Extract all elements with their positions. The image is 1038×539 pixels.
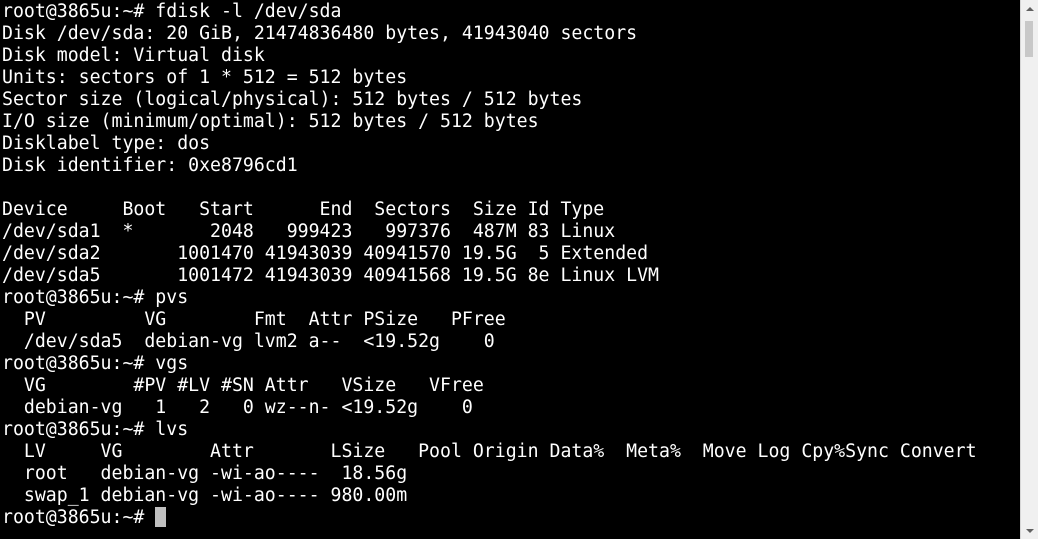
terminal-line: VG #PV #LV #SN Attr VSize VFree <box>2 375 484 396</box>
terminal-line: root@3865u:~# fdisk -l /dev/sda <box>2 1 342 22</box>
terminal-line: LV VG Attr LSize Pool Origin Data% Meta%… <box>2 441 977 462</box>
terminal-line: swap_1 debian-vg -wi-ao---- 980.00m <box>2 485 408 506</box>
scroll-down-button[interactable] <box>1021 522 1038 539</box>
terminal-line: /dev/sda5 debian-vg lvm2 a-- <19.52g 0 <box>2 331 495 352</box>
terminal-line: /dev/sda5 1001472 41943039 40941568 19.5… <box>2 265 659 286</box>
scroll-up-button[interactable] <box>1021 0 1038 17</box>
terminal-line: root debian-vg -wi-ao---- 18.56g <box>2 463 408 484</box>
terminal-line: Disk /dev/sda: 20 GiB, 21474836480 bytes… <box>2 23 638 44</box>
arrow-down-icon <box>1025 528 1034 533</box>
terminal-output: root@3865u:~# fdisk -l /dev/sda Disk /de… <box>2 1 977 529</box>
prompt-line[interactable]: root@3865u:~# <box>2 507 977 529</box>
terminal-line: /dev/sda1 * 2048 999423 997376 487M 83 L… <box>2 221 616 242</box>
terminal-line: PV VG Fmt Attr PSize PFree <box>2 309 506 330</box>
terminal-line: I/O size (minimum/optimal): 512 bytes / … <box>2 111 539 132</box>
vertical-scrollbar[interactable] <box>1020 0 1038 539</box>
terminal-line: root@3865u:~# vgs <box>2 353 189 374</box>
scrollbar-track[interactable] <box>1021 17 1038 522</box>
terminal-line: Units: sectors of 1 * 512 = 512 bytes <box>2 67 408 88</box>
text-cursor <box>155 507 167 527</box>
terminal-line: Disklabel type: dos <box>2 133 211 154</box>
shell-prompt: root@3865u:~# <box>2 507 156 528</box>
terminal-line: root@3865u:~# pvs <box>2 287 189 308</box>
terminal-window[interactable]: root@3865u:~# fdisk -l /dev/sda Disk /de… <box>0 0 1020 539</box>
terminal-line: Sector size (logical/physical): 512 byte… <box>2 89 583 110</box>
terminal-line: Disk model: Virtual disk <box>2 45 265 66</box>
terminal-line: debian-vg 1 2 0 wz--n- <19.52g 0 <box>2 397 473 418</box>
scrollbar-thumb[interactable] <box>1025 21 1033 57</box>
arrow-up-icon <box>1025 6 1034 11</box>
terminal-line: /dev/sda2 1001470 41943039 40941570 19.5… <box>2 243 649 264</box>
terminal-line: Device Boot Start End Sectors Size Id Ty… <box>2 199 605 220</box>
terminal-line: Disk identifier: 0xe8796cd1 <box>2 155 298 176</box>
terminal-line: root@3865u:~# lvs <box>2 419 189 440</box>
